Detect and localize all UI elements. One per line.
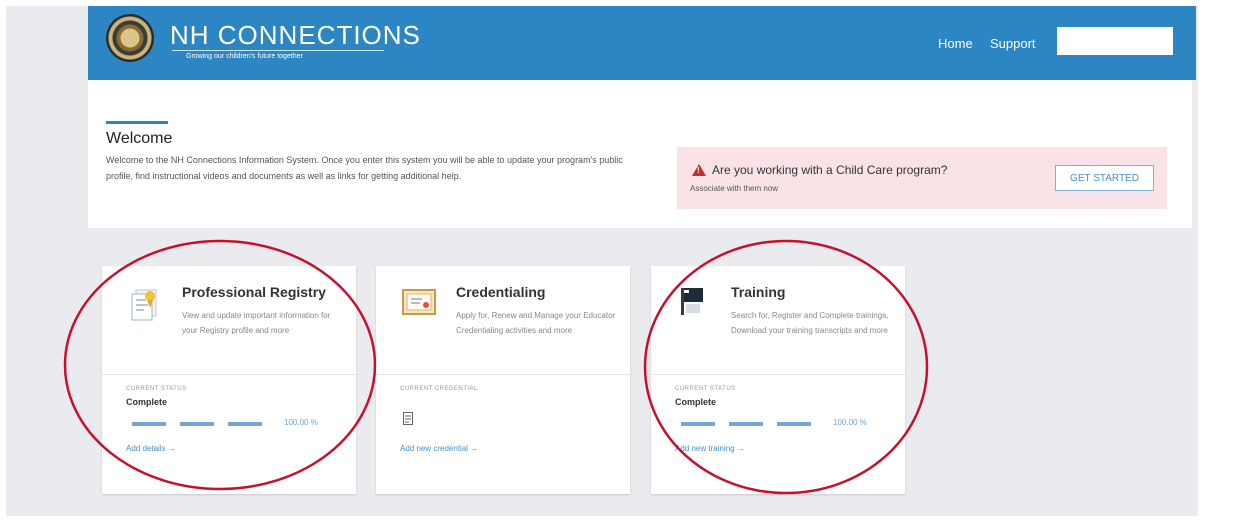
nav-support-link[interactable]: Support: [990, 36, 1036, 51]
card-divider: [102, 374, 356, 375]
progress-percent: 100.00 %: [833, 418, 867, 427]
progress-bar: [132, 422, 262, 426]
progress-segment: [180, 422, 214, 426]
add-credential-link[interactable]: Add new credential →: [400, 444, 478, 453]
certificate-document-icon: [131, 289, 157, 321]
card-description: View and update important information fo…: [182, 311, 331, 335]
card-description: Apply for, Renew and Manage your Educato…: [456, 311, 616, 335]
status-label: CURRENT CREDENTIAL: [400, 386, 478, 392]
status-label: CURRENT STATUS: [675, 386, 736, 392]
card-divider: [651, 374, 905, 375]
logo-text: NH CONNECTIONS: [170, 20, 421, 50]
status-label: CURRENT STATUS: [126, 386, 187, 392]
status-value: Complete: [675, 397, 717, 407]
progress-segment: [228, 422, 262, 426]
nav-home-link[interactable]: Home: [938, 36, 973, 51]
flag-icon: [681, 288, 703, 315]
progress-segment: [729, 422, 763, 426]
progress-segment: [777, 422, 811, 426]
professional-registry-card[interactable]: Professional Registry View and update im…: [102, 266, 356, 494]
progress-segment: [681, 422, 715, 426]
welcome-accent-bar: [106, 121, 168, 124]
progress-percent: 100.00 %: [284, 418, 318, 427]
logo-underline: [172, 50, 384, 51]
alert-title: Are you working with a Child Care progra…: [712, 163, 948, 177]
warning-mark: !: [697, 166, 700, 175]
add-training-link[interactable]: Add new training →: [675, 444, 745, 453]
progress-bar: [681, 422, 811, 426]
credentialing-card[interactable]: Credentialing Apply for, Renew and Manag…: [376, 266, 630, 494]
card-description: Search for, Register and Complete traini…: [731, 311, 889, 335]
add-details-link[interactable]: Add details →: [126, 444, 176, 453]
training-card[interactable]: Training Search for, Register and Comple…: [651, 266, 905, 494]
card-title: Credentialing: [456, 284, 546, 300]
header-search-input[interactable]: [1057, 27, 1173, 55]
status-value: Complete: [126, 397, 168, 407]
diploma-icon: [402, 289, 436, 315]
get-started-button[interactable]: GET STARTED: [1055, 165, 1154, 191]
state-seal-icon: [106, 14, 154, 62]
welcome-title: Welcome: [106, 130, 173, 147]
document-icon: [403, 412, 413, 425]
card-title: Training: [731, 284, 786, 300]
app-logo-title[interactable]: NH CONNECTIONS: [170, 20, 421, 51]
card-title: Professional Registry: [182, 284, 326, 300]
welcome-description: Welcome to the NH Connections Informatio…: [106, 155, 623, 181]
alert-subtitle: Associate with them now: [690, 184, 779, 193]
progress-segment: [132, 422, 166, 426]
card-divider: [376, 374, 630, 375]
logo-tagline: Growing our children's future together: [186, 53, 303, 60]
